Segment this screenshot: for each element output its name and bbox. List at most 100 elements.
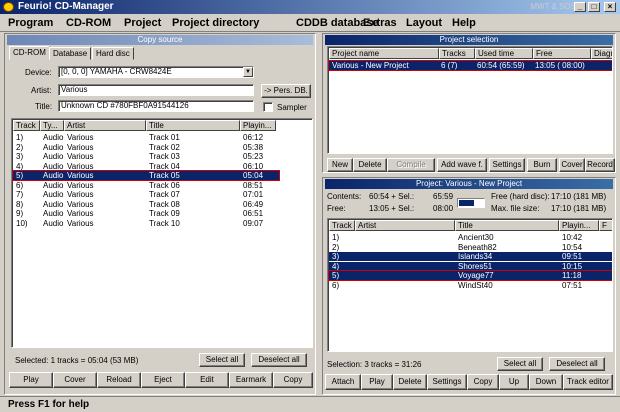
project-settings-button[interactable]: Settings <box>427 374 467 390</box>
menu-cd-rom[interactable]: CD-ROM <box>66 17 111 29</box>
sampler-checkbox[interactable] <box>263 102 273 112</box>
project-track-row[interactable]: 3) Islands34 09:51 <box>329 252 612 261</box>
edit-button[interactable]: Edit <box>185 372 229 388</box>
track-type-cell: Audio <box>43 218 64 228</box>
source-track-row[interactable]: 10) Audio Various Track 10 09:07 <box>13 219 279 228</box>
col-proj-track[interactable]: Track <box>329 220 355 231</box>
project-play-button[interactable]: Play <box>361 374 393 390</box>
contents-label: Contents: <box>327 192 362 201</box>
cover-button[interactable]: Cover <box>53 372 97 388</box>
delete-button[interactable]: Delete <box>353 158 387 172</box>
track-artist-cell: Various <box>67 199 94 209</box>
col-proj-f[interactable]: F <box>599 220 612 231</box>
main-window: Feurio! CD-Manager MWT & SOS _ □ × Progr… <box>0 0 620 412</box>
col-title[interactable]: Title <box>146 120 240 131</box>
menu-bar: Program CD-ROM Project Project directory… <box>0 14 620 32</box>
source-track-row[interactable]: 8) Audio Various Track 08 06:49 <box>13 200 279 209</box>
source-track-row[interactable]: 7) Audio Various Track 07 07:01 <box>13 190 279 199</box>
project-track-row[interactable]: 6) WindSt40 07:51 <box>329 281 612 290</box>
maximize-icon[interactable]: □ <box>588 2 600 12</box>
col-artist[interactable]: Artist <box>64 120 146 131</box>
project-deselect-all-button[interactable]: Deselect all <box>549 357 605 371</box>
menu-layout[interactable]: Layout <box>406 17 442 29</box>
source-track-row[interactable]: 1) Audio Various Track 01 06:12 <box>13 133 279 142</box>
compile-button[interactable]: Compile <box>387 158 435 172</box>
track-title-cell: Track 07 <box>149 190 180 199</box>
project-track-row[interactable]: 1) Ancient30 10:42 <box>329 233 612 242</box>
project-list[interactable]: Project name Tracks Used time Free Diagr… <box>327 46 613 154</box>
track-artist-cell: Various <box>67 171 94 180</box>
col-proj-title[interactable]: Title <box>455 220 559 231</box>
close-icon[interactable]: × <box>604 2 616 12</box>
menu-program[interactable]: Program <box>8 17 53 29</box>
attach-button[interactable]: Attach <box>325 374 361 390</box>
track-time-cell: 06:10 <box>243 161 264 171</box>
track-editor-button[interactable]: Track editor <box>563 374 613 390</box>
project-row[interactable]: Various - New Project 6 (7) 60:54 (65:59… <box>328 60 612 71</box>
col-type[interactable]: Ty... <box>40 120 64 131</box>
select-all-button[interactable]: Select all <box>199 353 245 367</box>
chevron-down-icon[interactable]: ▼ <box>243 67 253 77</box>
eject-button[interactable]: Eject <box>141 372 185 388</box>
copy-button[interactable]: Copy <box>273 372 313 388</box>
track-time-cell: 08:51 <box>243 180 264 190</box>
col-proj-playing-time[interactable]: Playin... <box>559 220 599 231</box>
add-wave-button[interactable]: Add wave f. <box>437 158 487 172</box>
source-track-list[interactable]: Track Ty... Artist Title Playin... 1) Aud… <box>11 118 313 348</box>
project-cover-button[interactable]: Cover <box>559 158 585 172</box>
track-artist-cell: Various <box>67 133 94 142</box>
col-project-name[interactable]: Project name <box>329 48 439 59</box>
device-select[interactable]: [0, 0, 0] YAMAHA - CRW8424E ▼ <box>58 66 254 78</box>
track-type-cell: Audio <box>43 190 64 199</box>
deselect-all-button[interactable]: Deselect all <box>251 353 307 367</box>
proj-track-time-cell: 11:18 <box>562 271 582 280</box>
project-caption: Project: Various - New Project <box>325 179 613 189</box>
project-copy-button[interactable]: Copy <box>467 374 499 390</box>
menu-project[interactable]: Project <box>124 17 161 29</box>
menu-project-directory[interactable]: Project directory <box>172 17 259 29</box>
tab-hard-disc[interactable]: Hard disc <box>92 47 134 60</box>
up-button[interactable]: Up <box>499 374 529 390</box>
source-track-row[interactable]: 3) Audio Various Track 03 05:23 <box>13 152 279 161</box>
earmark-button[interactable]: Earmark <box>229 372 273 388</box>
settings-button[interactable]: Settings <box>489 158 525 172</box>
project-track-row[interactable]: 4) Shores51 10:15 <box>329 261 612 271</box>
reload-button[interactable]: Reload <box>97 372 141 388</box>
tab-cd-rom[interactable]: CD-ROM <box>9 46 50 60</box>
track-title-cell: Track 06 <box>149 180 180 190</box>
source-track-row[interactable]: 6) Audio Various Track 06 08:51 <box>13 181 279 190</box>
menu-help[interactable]: Help <box>452 17 476 29</box>
title-field[interactable]: Unknown CD #780FBF0A91544126 <box>58 100 254 112</box>
new-button[interactable]: New <box>327 158 353 172</box>
artist-field[interactable]: Various <box>58 84 254 96</box>
col-free[interactable]: Free <box>533 48 591 59</box>
source-track-row[interactable]: 2) Audio Various Track 02 05:38 <box>13 143 279 152</box>
project-track-list[interactable]: Track Artist Title Playin... F 1) Ancient… <box>327 218 613 352</box>
project-select-all-button[interactable]: Select all <box>497 357 543 371</box>
col-proj-artist[interactable]: Artist <box>355 220 455 231</box>
project-track-row[interactable]: 2) Beneath82 10:54 <box>329 243 612 252</box>
track-track-cell: 10) <box>16 218 28 228</box>
col-used-time[interactable]: Used time <box>475 48 533 59</box>
project-track-row[interactable]: 5) Voyage77 11:18 <box>328 270 612 281</box>
menu-extras[interactable]: Extras <box>363 17 397 29</box>
record-button[interactable]: Record <box>585 158 615 172</box>
track-artist-cell: Various <box>67 161 94 171</box>
col-playing-time[interactable]: Playin... <box>240 120 276 131</box>
free-label: Free: <box>327 204 346 213</box>
source-track-row[interactable]: 4) Audio Various Track 04 06:10 <box>13 162 279 171</box>
project-delete-button[interactable]: Delete <box>393 374 427 390</box>
down-button[interactable]: Down <box>529 374 563 390</box>
minimize-icon[interactable]: _ <box>574 2 586 12</box>
col-track[interactable]: Track <box>13 120 40 131</box>
play-button[interactable]: Play <box>9 372 53 388</box>
capacity-progress <box>457 198 485 208</box>
source-track-row[interactable]: 5) Audio Various Track 05 05:04 <box>12 170 280 181</box>
track-type-cell: Audio <box>43 180 64 190</box>
source-track-row[interactable]: 9) Audio Various Track 09 06:51 <box>13 209 279 218</box>
pers-db-button[interactable]: -> Pers. DB. <box>261 84 311 98</box>
col-diagram[interactable]: Diagra... <box>591 48 612 59</box>
col-tracks[interactable]: Tracks <box>439 48 475 59</box>
tab-database[interactable]: Database <box>49 47 92 60</box>
burn-button[interactable]: Burn <box>527 158 557 172</box>
